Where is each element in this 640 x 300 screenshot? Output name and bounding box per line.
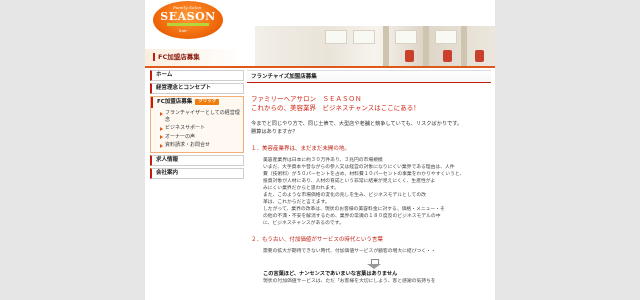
- subnav-philosophy[interactable]: フランチャイザーとしての経営理念: [151, 110, 243, 123]
- section-title: １．美容産業界は、まだまだ未開の地。: [251, 146, 350, 152]
- photo-pillar: [461, 26, 467, 66]
- paragraph-line: 費（技術料）が５０パーセントを占め、材料費１０パーセントの事業をわかりやすくいう…: [263, 172, 465, 177]
- nav-fc-recruit[interactable]: FC加盟店募集 クリック: [151, 97, 243, 108]
- photo-chair: [443, 50, 452, 62]
- nav-fc-group: FC加盟店募集 クリック フランチャイザーとしての経営理念 ビジネスサポート オー…: [150, 96, 244, 153]
- photo-window: [435, 30, 457, 44]
- photo-pillar: [423, 26, 429, 66]
- subnav-contact[interactable]: 資料請求・お問合せ: [151, 142, 243, 149]
- photo-pillar: [383, 26, 389, 66]
- click-badge: クリック: [195, 99, 220, 105]
- salon-photo: [255, 26, 495, 66]
- nav-home[interactable]: ホーム: [150, 70, 244, 81]
- emphasis-text: この言葉ほど、ナンセンスであいまいな言葉はありません: [263, 271, 398, 277]
- section-paragraph: 美容産業界は日本に約３０万件あり、３兆円の市場規模 いまだ、大手資本や昔ながらの…: [263, 157, 487, 227]
- logo-subtext: hair: [179, 28, 188, 33]
- paragraph-line: いまだ、大手資本や昔ながらの参入又は経営の対象になりにくい業界である理由は、人件: [263, 165, 455, 170]
- paragraph-line: 革は、これからだと言えます。: [263, 200, 330, 205]
- logo-wordmark: SEASON: [160, 10, 216, 23]
- paragraph-line: また、このような市場価格の変化の兆しを生み、ビジネスモデルとしての改: [263, 193, 426, 198]
- photo-window: [395, 30, 417, 44]
- page: Family Salon SEASON hair FC加盟店募集 ホーム 経営理…: [145, 0, 495, 300]
- paragraph-line: みにくい業界だからと思われます。: [263, 186, 339, 191]
- paragraph-line: 現状の付加価値サービスは、ただ「お客様を大切にしよう、客と感謝の気持ちを: [263, 279, 436, 284]
- header-divider: [145, 66, 495, 68]
- intro-line: 勝算はありますか？: [251, 128, 298, 135]
- nav-fc-label: FC加盟店募集: [157, 99, 193, 105]
- section-paragraph: 需要の拡大が期待できない時代、付加価値サービスが顧客の増大に結びつく・・: [263, 249, 436, 254]
- photo-chair: [475, 50, 484, 62]
- photo-window: [353, 30, 375, 44]
- logo-stripe: [167, 23, 209, 26]
- section-title: ２．もう古い、付加価値がサービスの時代という言葉: [251, 237, 383, 243]
- catchphrase-line: これからの、美容業界 ビジネスチャンスはここにある！: [251, 103, 420, 112]
- down-arrow-icon: [367, 259, 381, 269]
- intro-line: 今までと同じやり方で、同じ土俵で、大型店や老舗と競争していても、リスクばかりです…: [251, 121, 463, 127]
- paragraph-line: したがって、業界の改革は、現状のお客様の美容料金に対する、価格・メニュー・そ: [263, 207, 445, 212]
- intro-text: 今までと同じやり方で、同じ土俵で、大型店や老舗と競争していても、リスクばかりです…: [251, 121, 487, 136]
- sidebar: ホーム 経営理念とコンセプト FC加盟店募集 クリック フランチャイザーとしての経…: [150, 70, 244, 181]
- photo-chair: [405, 50, 414, 62]
- nav-jobs[interactable]: 求人情報: [150, 154, 244, 166]
- paragraph-line: の他の不満・不安を解消するため、業界の常識の１８０度反のビジネスモデルの中: [263, 214, 441, 219]
- subnav-business-support[interactable]: ビジネスサポート: [151, 125, 243, 132]
- header: Family Salon SEASON hair FC加盟店募集: [145, 0, 495, 70]
- page-title-bar: FC加盟店募集: [145, 49, 245, 66]
- photo-window: [325, 30, 347, 44]
- catchphrase: ファミリーヘアサロン ＳＥＡＳＯＮ これからの、美容業界 ビジネスチャンスはここ…: [251, 95, 487, 112]
- nav-company[interactable]: 会社案内: [150, 167, 244, 179]
- subnav-owner-voice[interactable]: オーナーの声: [151, 134, 243, 141]
- paragraph-line: 美容産業界は日本に約３０万件あり、３兆円の市場規模: [263, 158, 383, 163]
- page-title: FC加盟店募集: [153, 53, 200, 61]
- main-content: フランチャイズ加盟店募集 ファミリーヘアサロン ＳＥＡＳＯＮ これからの、美容業…: [247, 70, 491, 285]
- paragraph-line: に、ビジネスチャンスがあるのです。: [263, 221, 344, 226]
- nav-philosophy[interactable]: 経営理念とコンセプト: [150, 83, 244, 94]
- season-logo[interactable]: Family Salon SEASON hair: [153, 1, 223, 39]
- main-heading: フランチャイズ加盟店募集: [247, 70, 491, 83]
- main-inner: ファミリーヘアサロン ＳＥＡＳＯＮ これからの、美容業界 ビジネスチャンスはここ…: [247, 95, 491, 285]
- paragraph-line: 投資対象が人材にあり、人材の育成という非常に結果が見えにくく、生産性がよ: [263, 179, 436, 184]
- catchphrase-line: ファミリーヘアサロン ＳＥＡＳＯＮ: [251, 95, 362, 103]
